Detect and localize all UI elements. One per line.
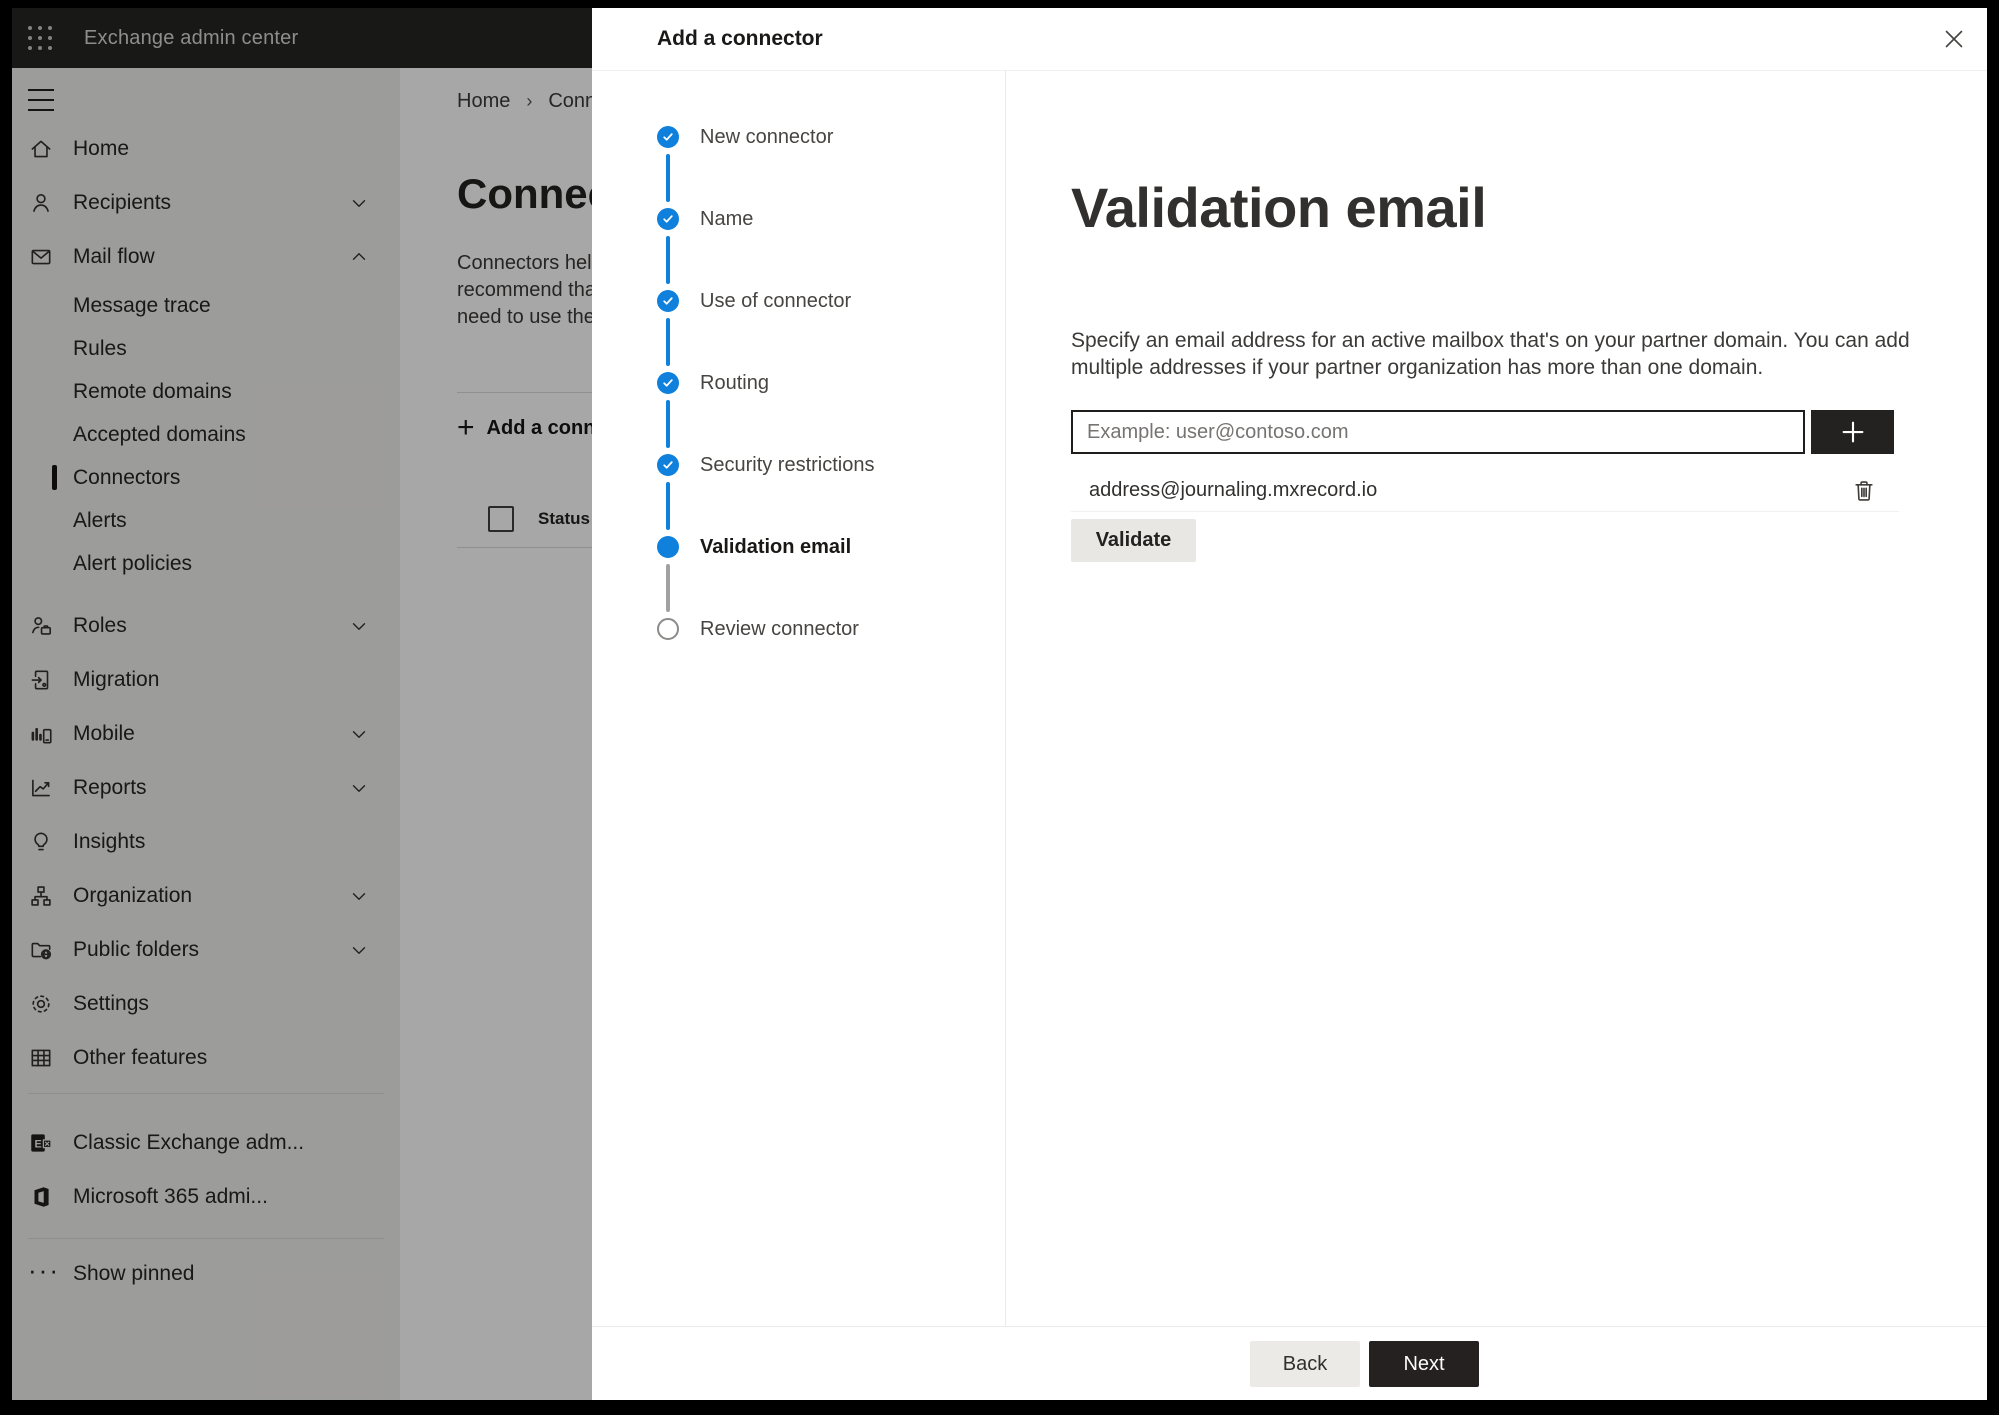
email-entry-row (1071, 410, 1894, 454)
step-connector-line (666, 400, 670, 448)
back-button[interactable]: Back (1250, 1341, 1360, 1387)
step-completed-icon (657, 372, 679, 394)
step-completed-icon (657, 290, 679, 312)
trash-icon (1855, 480, 1873, 501)
wizard-step-new-connector: New connector (592, 116, 833, 158)
dialog-header: Add a connector (592, 8, 1987, 71)
close-button[interactable] (1933, 18, 1975, 60)
add-email-button[interactable] (1811, 410, 1894, 454)
step-connector-line (666, 318, 670, 366)
wizard-step-routing: Routing (592, 362, 769, 404)
dialog-content: Validation email Specify an email addres… (1006, 70, 1987, 1327)
dialog-footer: Back Next (592, 1326, 1987, 1400)
screen: Exchange admin center Home Recipients Ma… (12, 8, 1987, 1400)
email-address-input[interactable] (1071, 410, 1805, 454)
delete-address-button[interactable] (1849, 476, 1879, 506)
step-page-heading: Validation email (1071, 176, 1487, 239)
step-connector-line (666, 236, 670, 284)
wizard-step-security-restrictions: Security restrictions (592, 444, 875, 486)
step-completed-icon (657, 208, 679, 230)
wizard-step-use-of-connector: Use of connector (592, 280, 851, 322)
step-upcoming-icon (657, 618, 679, 640)
wizard-step-name: Name (592, 198, 753, 240)
step-page-description: Specify an email address for an active m… (1071, 329, 1910, 379)
step-connector-line (666, 482, 670, 530)
close-icon (1945, 30, 1963, 48)
step-connector-line (666, 154, 670, 202)
step-completed-icon (657, 454, 679, 476)
validation-address-row: address@journaling.mxrecord.io (1071, 470, 1899, 512)
next-button[interactable]: Next (1369, 1341, 1479, 1387)
dialog-title: Add a connector (657, 27, 823, 50)
wizard-steps: New connector Name Use of connector Rout… (592, 70, 1006, 1327)
validation-address: address@journaling.mxrecord.io (1089, 479, 1378, 501)
wizard-step-validation-email: Validation email (592, 526, 851, 568)
plus-icon (1842, 421, 1863, 443)
validate-button[interactable]: Validate (1071, 519, 1196, 562)
step-current-icon (657, 536, 679, 558)
dialog-body: New connector Name Use of connector Rout… (592, 70, 1987, 1327)
step-connector-line (666, 564, 670, 612)
step-completed-icon (657, 126, 679, 148)
add-connector-dialog: Add a connector New connector Name Use o… (592, 8, 1987, 1400)
wizard-step-review-connector: Review connector (592, 608, 859, 650)
